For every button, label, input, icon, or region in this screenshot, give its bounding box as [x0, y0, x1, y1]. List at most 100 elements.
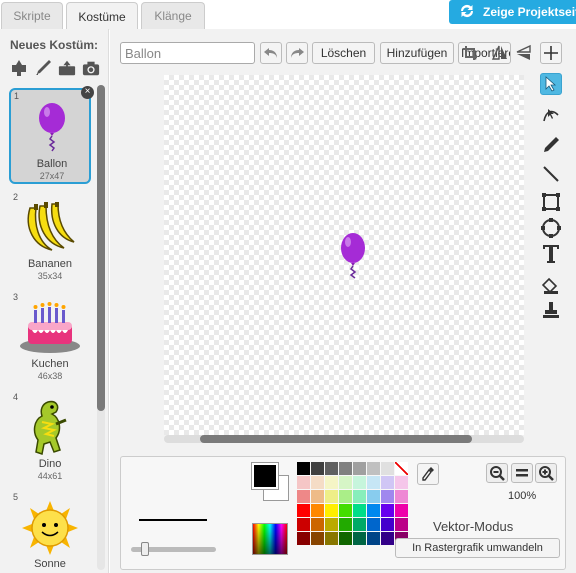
color-swatch[interactable]	[325, 518, 338, 531]
ellipse-tool-icon[interactable]	[540, 217, 562, 239]
tab-sounds[interactable]: Klänge	[141, 2, 205, 29]
reshape-tool-icon[interactable]	[540, 103, 562, 125]
transparent-color-swatch[interactable]	[395, 462, 408, 475]
color-swatch[interactable]	[297, 476, 310, 489]
color-swatch[interactable]	[339, 532, 352, 545]
color-swatch[interactable]	[297, 518, 310, 531]
flip-vertical-icon[interactable]	[513, 42, 535, 64]
color-swatch[interactable]	[381, 462, 394, 475]
balloon-drawing[interactable]	[339, 233, 367, 281]
color-swatch[interactable]	[311, 462, 324, 475]
delete-costume-icon[interactable]: ×	[81, 86, 94, 99]
color-swatch[interactable]	[381, 532, 394, 545]
show-project-page-label: Zeige Projektseite	[483, 5, 576, 19]
color-swatch[interactable]	[367, 476, 380, 489]
pencil-tool-icon[interactable]	[540, 134, 562, 156]
select-tool-icon[interactable]	[540, 73, 562, 95]
color-swatch[interactable]	[311, 518, 324, 531]
crop-icon[interactable]	[460, 42, 480, 64]
color-spectrum-picker[interactable]	[252, 523, 288, 555]
upload-costume-icon[interactable]	[58, 58, 76, 78]
color-swatch[interactable]	[353, 518, 366, 531]
color-swatch[interactable]	[367, 490, 380, 503]
color-swatch[interactable]	[325, 476, 338, 489]
sun-thumbnail	[9, 500, 91, 556]
color-swatch[interactable]	[395, 504, 408, 517]
color-swatch[interactable]	[381, 518, 394, 531]
color-swatch[interactable]	[311, 476, 324, 489]
color-swatch[interactable]	[353, 476, 366, 489]
choose-from-library-icon[interactable]	[10, 58, 28, 78]
color-swatch[interactable]	[381, 490, 394, 503]
costume-name-input[interactable]	[120, 42, 255, 64]
color-swatch[interactable]	[367, 504, 380, 517]
undo-icon[interactable]	[260, 42, 282, 64]
line-width-slider[interactable]	[141, 542, 149, 556]
color-swatch[interactable]	[297, 532, 310, 545]
color-swatch[interactable]	[353, 462, 366, 475]
line-tool-icon[interactable]	[540, 163, 562, 185]
color-swatch[interactable]	[297, 462, 310, 475]
paint-new-costume-icon[interactable]	[34, 58, 52, 78]
costume-item-kuchen[interactable]: 3 Kuchen 46x38	[9, 290, 91, 386]
color-swatch[interactable]	[381, 476, 394, 489]
color-swatch[interactable]	[325, 504, 338, 517]
text-tool-icon[interactable]	[540, 243, 562, 265]
rectangle-tool-icon[interactable]	[540, 191, 562, 213]
color-swatch[interactable]	[339, 504, 352, 517]
costume-name: Ballon	[36, 158, 68, 170]
tab-costumes[interactable]: Kostüme	[66, 2, 138, 30]
add-button[interactable]: Hinzufügen	[380, 42, 454, 64]
color-swatch[interactable]	[367, 532, 380, 545]
costume-item-ballon[interactable]: 1 × Ballon 27x47	[9, 86, 94, 184]
redo-icon[interactable]	[286, 42, 308, 64]
set-costume-center-icon[interactable]	[540, 42, 562, 64]
color-swatch[interactable]	[325, 490, 338, 503]
costume-list-scrollbar[interactable]	[97, 85, 105, 411]
eyedropper-icon[interactable]	[417, 463, 439, 485]
color-swatch[interactable]	[353, 504, 366, 517]
costume-name: Kuchen	[31, 358, 69, 370]
color-swatch[interactable]	[353, 532, 366, 545]
color-swatch[interactable]	[339, 476, 352, 489]
color-swatch[interactable]	[367, 518, 380, 531]
fill-tool-icon[interactable]	[540, 275, 562, 297]
camera-icon[interactable]	[82, 58, 100, 78]
color-swatch[interactable]	[339, 490, 352, 503]
color-swatch[interactable]	[367, 462, 380, 475]
tab-bar: Skripte Kostüme Klänge Zeige Projektseit…	[0, 0, 576, 30]
color-swatch[interactable]	[339, 518, 352, 531]
color-swatch[interactable]	[395, 518, 408, 531]
color-swatch[interactable]	[353, 490, 366, 503]
show-project-page-button[interactable]: Zeige Projektseite	[449, 0, 576, 24]
flip-horizontal-icon[interactable]	[489, 42, 511, 64]
color-swatch[interactable]	[395, 476, 408, 489]
color-swatch[interactable]	[297, 490, 310, 503]
stamp-tool-icon[interactable]	[540, 299, 562, 321]
color-swatch[interactable]	[395, 490, 408, 503]
clear-button[interactable]: Löschen	[312, 42, 375, 64]
color-swatch[interactable]	[325, 532, 338, 545]
convert-to-bitmap-button[interactable]: In Rastergrafik umwandeln	[395, 538, 560, 558]
zoom-in-icon[interactable]	[535, 463, 557, 483]
color-swatch[interactable]	[311, 490, 324, 503]
color-swatch[interactable]	[325, 462, 338, 475]
canvas-horizontal-scrollbar[interactable]	[200, 435, 472, 443]
costume-item-bananen[interactable]: 2 Bananen 35x34	[9, 190, 91, 286]
zoom-level: 100%	[508, 490, 537, 502]
color-swatch[interactable]	[311, 532, 324, 545]
color-swatch[interactable]	[297, 504, 310, 517]
costume-item-sonne[interactable]: 5 Sonne	[9, 490, 91, 573]
color-swatch[interactable]	[311, 504, 324, 517]
costume-size: 35x34	[37, 271, 63, 281]
color-swatch[interactable]	[381, 504, 394, 517]
primary-color-swatch[interactable]	[252, 463, 278, 489]
cake-thumbnail	[9, 300, 91, 356]
tab-scripts[interactable]: Skripte	[1, 2, 63, 29]
costume-item-dino[interactable]: 4 Dino 44x61	[9, 390, 91, 486]
zoom-out-icon[interactable]	[486, 463, 508, 483]
zoom-reset-icon[interactable]	[511, 463, 533, 483]
drawing-canvas[interactable]	[164, 75, 524, 435]
costume-name: Bananen	[27, 258, 73, 270]
color-swatch[interactable]	[339, 462, 352, 475]
